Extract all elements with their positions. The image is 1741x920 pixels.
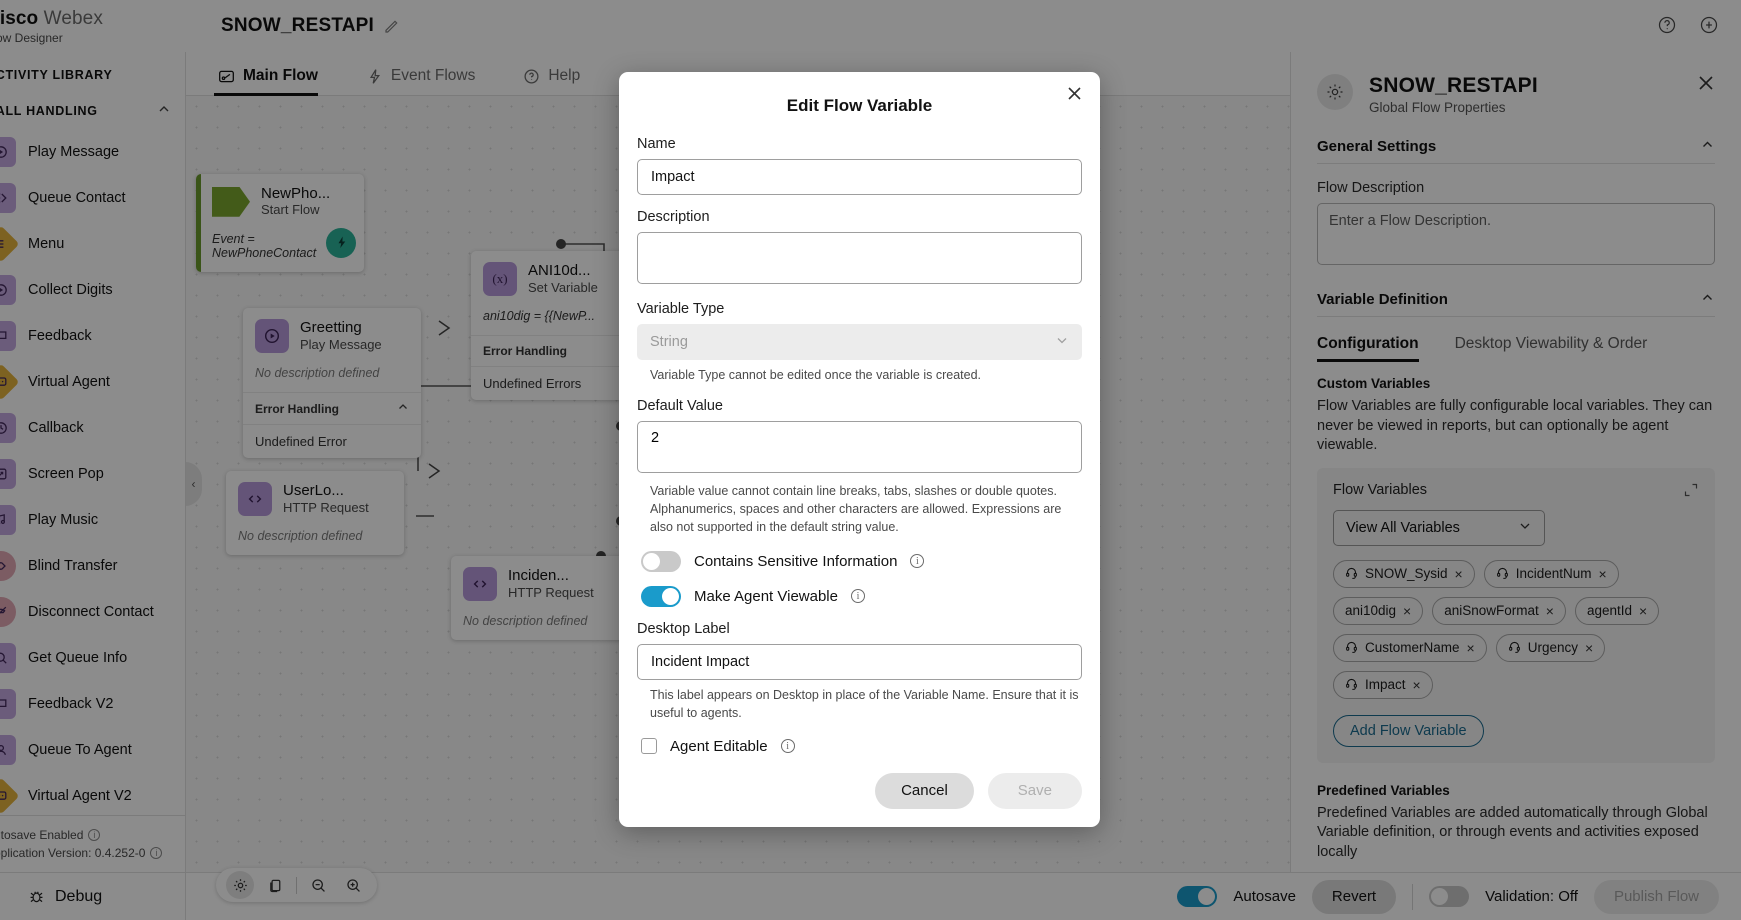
variable-type-help: Variable Type cannot be edited once the …	[650, 368, 982, 382]
name-label: Name	[637, 136, 676, 152]
row-agent-editable: Agent Editable i	[641, 738, 1082, 755]
desktop-label-input[interactable]	[637, 643, 1082, 680]
default-value-label: Default Value	[637, 398, 723, 415]
field-name: Name	[637, 136, 1082, 195]
description-label: Description	[637, 209, 710, 225]
toggle-knob	[643, 552, 660, 570]
desktop-label-help: This label appears on Desktop in place o…	[650, 687, 1079, 720]
variable-type-select: String	[637, 324, 1082, 360]
default-value-input[interactable]: 2	[637, 421, 1082, 474]
close-icon[interactable]	[1067, 86, 1082, 104]
variable-type-value: String	[650, 334, 688, 350]
field-default-value: Default Value 2 Variable value cannot co…	[637, 398, 1082, 536]
info-icon[interactable]: i	[780, 739, 795, 754]
save-button: Save	[987, 772, 1082, 809]
name-input[interactable]	[637, 159, 1082, 195]
variable-type-label: Variable Type	[637, 301, 725, 317]
row-sensitive: Contains Sensitive Information i	[641, 550, 1082, 572]
cancel-button[interactable]: Cancel	[875, 772, 974, 809]
sensitive-toggle[interactable]	[641, 550, 681, 572]
desktop-label-label: Desktop Label	[637, 620, 730, 637]
edit-flow-variable-modal: Edit Flow Variable Name Description Vari…	[619, 72, 1100, 827]
field-desktop-label: Desktop Label This label appears on Desk…	[637, 621, 1082, 722]
toggle-knob	[662, 587, 679, 605]
default-value-help: Variable value cannot contain line break…	[650, 484, 1062, 535]
field-variable-type: Variable Type String Variable Type canno…	[637, 301, 1082, 384]
row-agent-viewable: Make Agent Viewable i	[641, 585, 1082, 607]
modal-actions: Cancel Save	[637, 772, 1082, 809]
description-input[interactable]	[637, 232, 1082, 284]
agent-viewable-label: Make Agent Viewable	[694, 587, 838, 605]
sensitive-label: Contains Sensitive Information	[694, 552, 898, 570]
modal-title: Edit Flow Variable	[786, 96, 933, 115]
modal-overlay: Edit Flow Variable Name Description Vari…	[0, 0, 1741, 920]
chevron-down-icon	[1055, 333, 1069, 351]
agent-editable-checkbox[interactable]	[641, 738, 657, 755]
info-icon[interactable]: i	[910, 554, 925, 568]
agent-viewable-toggle[interactable]	[641, 585, 681, 607]
field-description: Description	[637, 209, 1082, 287]
info-icon[interactable]: i	[851, 589, 865, 603]
agent-editable-label: Agent Editable	[670, 737, 768, 755]
